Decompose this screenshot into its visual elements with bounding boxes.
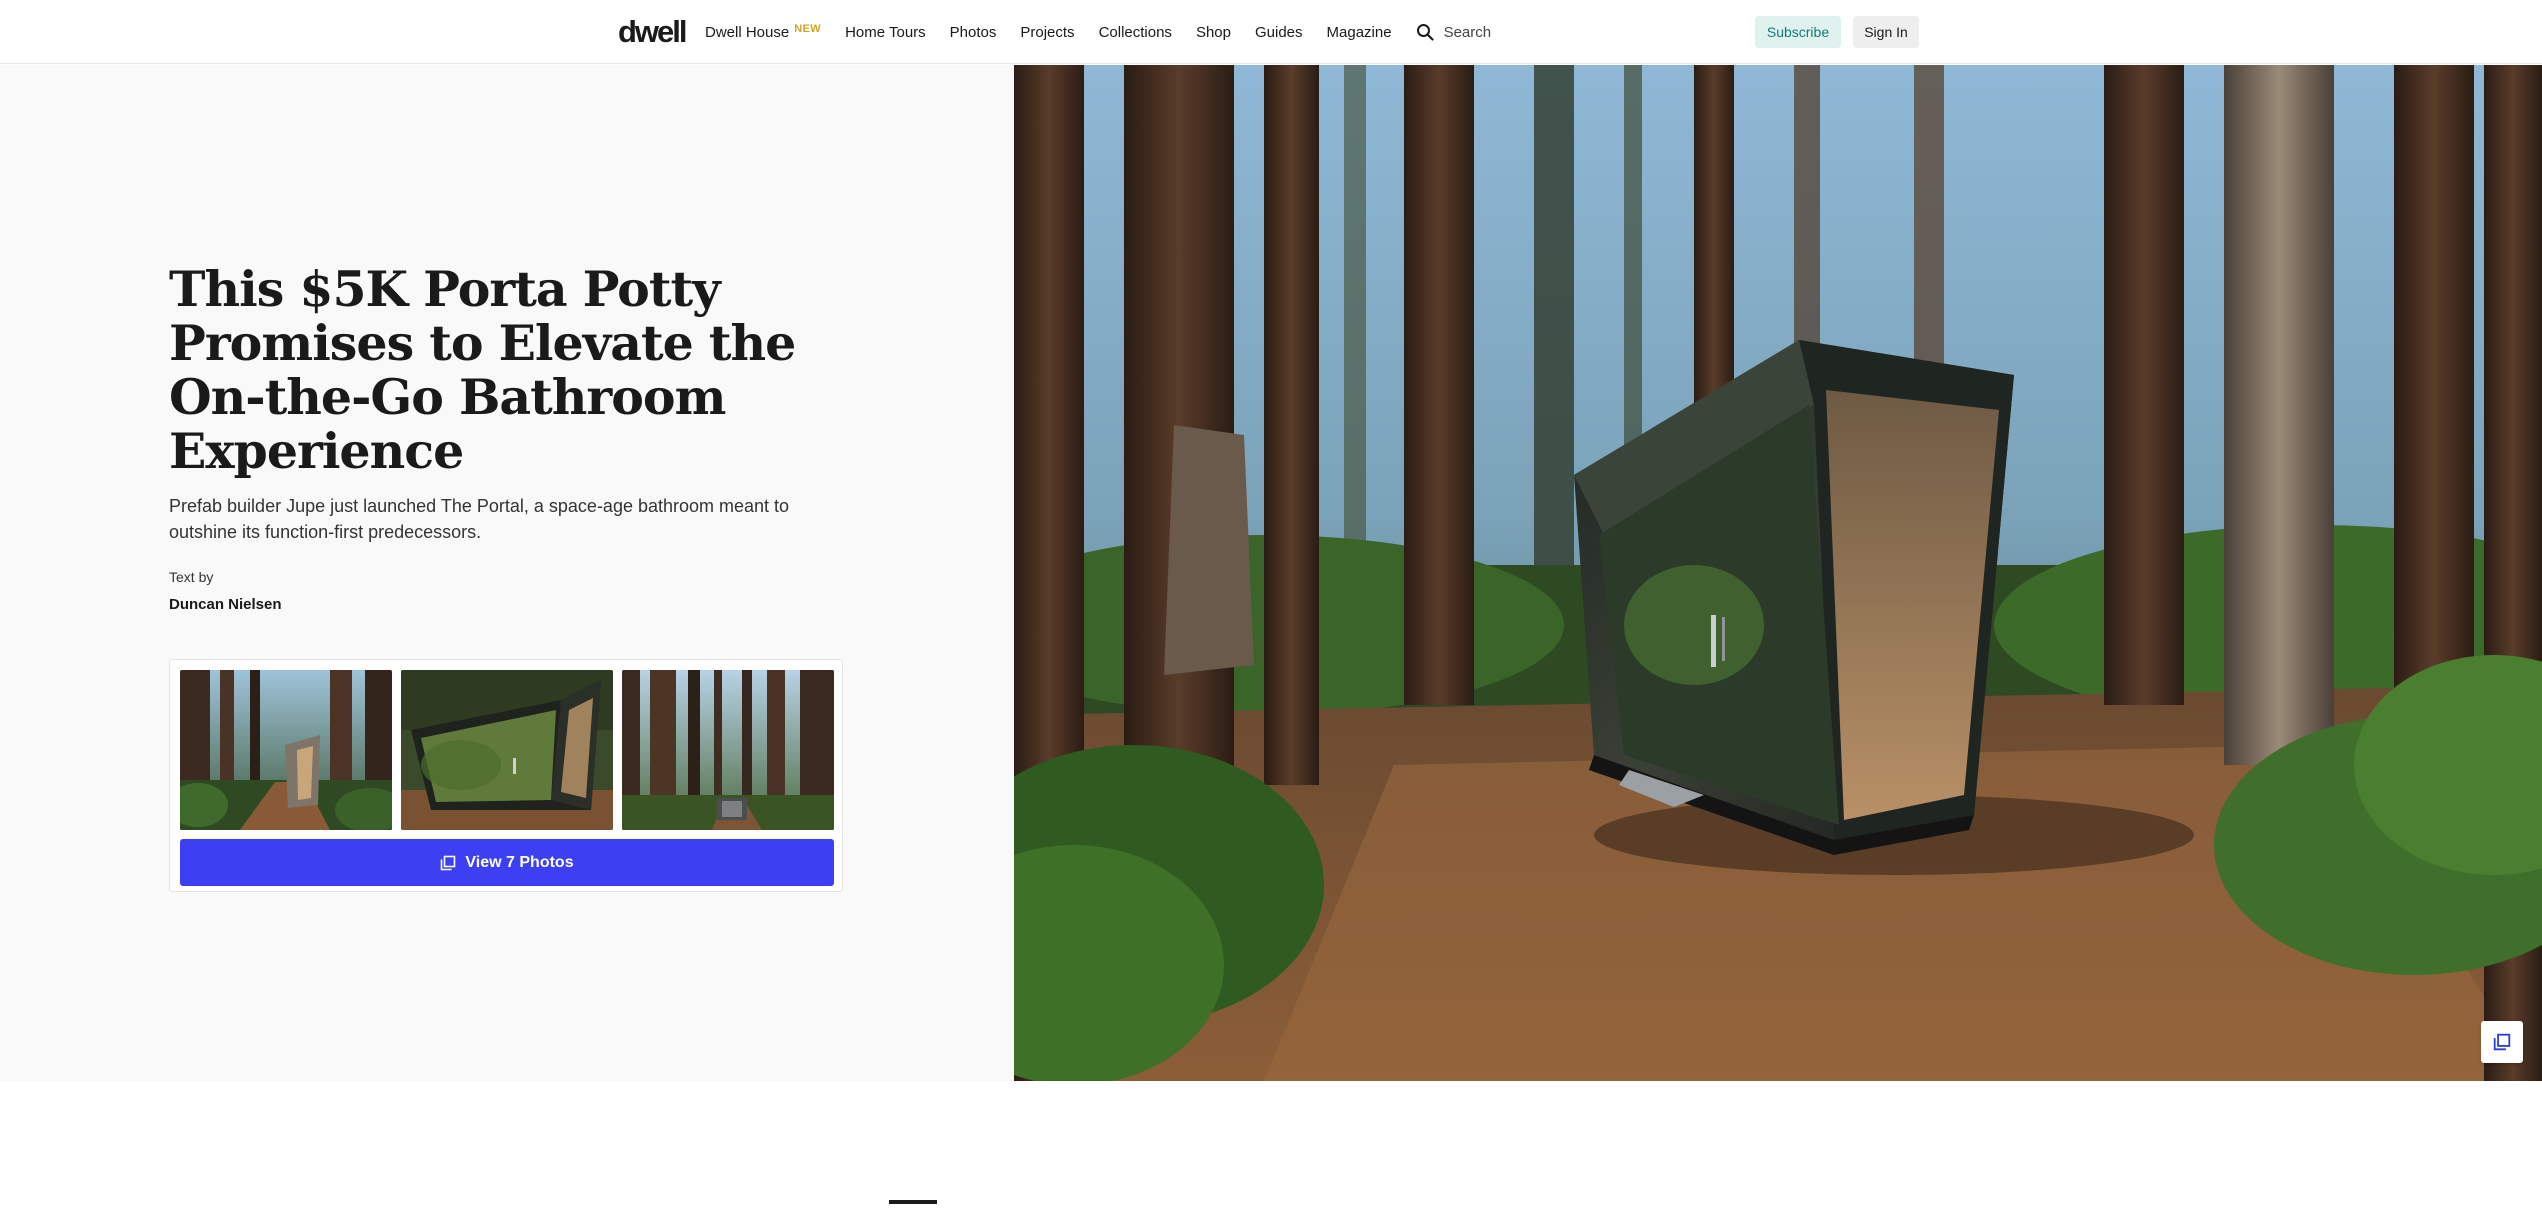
main-nav: Dwell House NEW Home Tours Photos Project… — [705, 0, 1491, 64]
search-trigger[interactable]: Search — [1416, 23, 1492, 41]
photo-gallery-card: View 7 Photos — [169, 659, 843, 892]
nav-shop[interactable]: Shop — [1196, 24, 1231, 41]
nav-dwell-house-label: Dwell House — [705, 23, 790, 41]
search-icon — [1416, 24, 1434, 41]
article-title: This $5K Porta Potty Promises to Elevate… — [169, 260, 796, 480]
author-name[interactable]: Duncan Nielsen — [169, 596, 282, 613]
section-divider — [889, 1200, 937, 1204]
hero-image[interactable] — [1014, 65, 2542, 1081]
search-label: Search — [1443, 23, 1492, 41]
dwell-logo[interactable]: dwell — [618, 14, 688, 50]
nav-dwell-house[interactable]: Dwell House NEW — [705, 22, 822, 41]
gallery-thumbnail[interactable] — [180, 670, 392, 830]
gallery-icon — [2493, 1033, 2511, 1051]
nav-guides[interactable]: Guides — [1255, 24, 1303, 41]
gallery-thumbnail[interactable] — [622, 670, 834, 830]
nav-projects[interactable]: Projects — [1020, 24, 1074, 41]
new-badge: NEW — [794, 22, 822, 35]
article-subtitle: Prefab builder Jupe just launched The Po… — [169, 496, 790, 542]
hero-text-panel — [0, 65, 1014, 1081]
site-header: dwell Dwell House NEW Home Tours Photos P… — [0, 0, 2542, 64]
view-photos-label: View 7 Photos — [465, 853, 574, 871]
subscribe-button[interactable]: Subscribe — [1755, 16, 1841, 48]
hero-photo — [1014, 65, 2542, 1081]
nav-photos[interactable]: Photos — [950, 24, 997, 41]
gallery-icon — [441, 855, 456, 870]
nav-magazine[interactable]: Magazine — [1327, 24, 1392, 41]
nav-collections[interactable]: Collections — [1099, 24, 1172, 41]
sign-in-button[interactable]: Sign In — [1853, 16, 1919, 48]
gallery-thumbnail[interactable] — [401, 670, 613, 830]
nav-home-tours[interactable]: Home Tours — [845, 24, 926, 41]
view-photos-button[interactable]: View 7 Photos — [180, 839, 834, 886]
open-gallery-button[interactable] — [2481, 1021, 2523, 1063]
byline-label: Text by — [169, 569, 214, 585]
